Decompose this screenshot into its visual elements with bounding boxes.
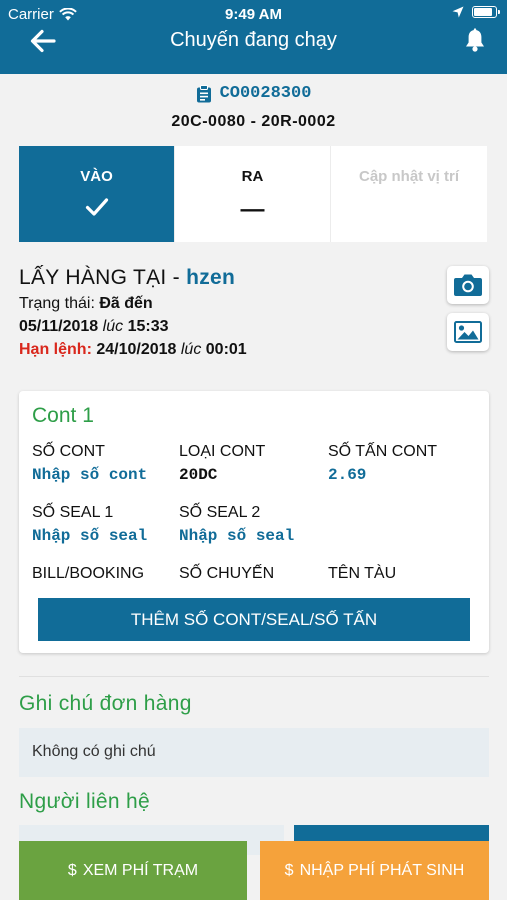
so-tan-value[interactable]: 2.69: [328, 466, 437, 484]
gallery-button[interactable]: [447, 313, 489, 351]
app-header: Carrier 9:49 AM Chuyến đang chạy: [0, 0, 507, 74]
bill-booking-field[interactable]: BILL/BOOKING: [32, 565, 144, 583]
pickup-place[interactable]: hzen: [186, 266, 235, 289]
arrival-datetime: 05/11/2018 lúc 15:33: [19, 318, 439, 336]
status-label: Trạng thái:: [19, 295, 95, 312]
status-value: Đã đến: [99, 295, 153, 312]
so-cont-label: SỐ CONT: [32, 443, 105, 460]
note-title: Ghi chú đơn hàng: [19, 692, 192, 715]
cont-card: Cont 1 SỐ CONT Nhập số cont LOẠI CONT 20…: [19, 391, 489, 653]
checkmark-icon: [85, 198, 108, 216]
add-fee-button[interactable]: $ NHẬP PHÍ PHÁT SINH: [260, 841, 489, 900]
page-title: Chuyến đang chạy: [170, 29, 337, 51]
seal1-field[interactable]: SỐ SEAL 1 Nhập số seal: [32, 504, 147, 545]
tab-ra-label: RA: [241, 168, 264, 185]
order-code: CO0028300: [0, 84, 507, 103]
arrival-at: lúc: [102, 318, 124, 335]
loai-cont-label: LOẠI CONT: [179, 443, 266, 460]
vehicle-plates: 20C-0080 - 20R-0002: [171, 113, 336, 130]
view-fee-label: XEM PHÍ TRẠM: [82, 861, 199, 879]
location-arrow-icon: [452, 6, 464, 18]
add-cont-seal-button[interactable]: THÊM SỐ CONT/SEAL/SỐ TẤN: [38, 598, 470, 641]
pickup-status: Trạng thái: Đã đến: [19, 295, 439, 313]
camera-button[interactable]: [447, 266, 489, 304]
so-tan-label: SỐ TẤN CONT: [328, 443, 438, 460]
view-fee-button[interactable]: $ XEM PHÍ TRẠM: [19, 841, 247, 900]
seal2-label: SỐ SEAL 2: [179, 504, 261, 521]
dollar-icon: $: [67, 861, 77, 879]
pickup-info: LẤY HÀNG TẠI - hzen Trạng thái: Đã đến 0…: [19, 266, 439, 359]
so-cont-input[interactable]: Nhập số cont: [32, 466, 147, 484]
arrival-time: 15:33: [127, 318, 169, 335]
deadline-label: Hạn lệnh:: [19, 341, 92, 358]
seal2-input[interactable]: Nhập số seal: [179, 527, 294, 545]
seal2-field[interactable]: SỐ SEAL 2 Nhập số seal: [179, 504, 294, 545]
note-box: Không có ghi chú: [19, 728, 489, 777]
status-time: 9:49 AM: [225, 6, 282, 23]
deadline-time: 00:01: [205, 341, 247, 358]
status-bar: Carrier 9:49 AM: [0, 5, 507, 23]
tab-update-location-label: Cập nhật vị trí: [358, 168, 459, 185]
section-divider: [19, 676, 489, 677]
loai-cont-field: LOẠI CONT 20DC: [179, 443, 265, 484]
battery-icon: [472, 6, 500, 18]
image-icon: [454, 321, 482, 343]
tab-update-location[interactable]: Cập nhật vị trí: [331, 146, 487, 242]
dollar-icon: $: [284, 861, 294, 879]
tab-vao[interactable]: VÀO: [19, 146, 175, 242]
dash-icon: —: [240, 196, 265, 223]
deadline-date: 24/10/2018: [96, 341, 177, 358]
add-fee-label: NHẬP PHÍ PHÁT SINH: [299, 861, 465, 879]
order-code-text[interactable]: CO0028300: [220, 84, 312, 103]
cont-title: Cont 1: [32, 404, 94, 427]
so-cont-field[interactable]: SỐ CONT Nhập số cont: [32, 443, 147, 484]
seal1-label: SỐ SEAL 1: [32, 504, 114, 521]
arrival-date: 05/11/2018: [19, 318, 99, 335]
tab-vao-label: VÀO: [80, 168, 113, 185]
clipboard-icon: [196, 84, 211, 102]
status-right: [452, 6, 500, 18]
seal1-input[interactable]: Nhập số seal: [32, 527, 147, 545]
contact-title: Người liên hệ: [19, 790, 150, 813]
nav-bar: Chuyến đang chạy: [0, 24, 507, 58]
step-tabs: VÀO RA — Cập nhật vị trí: [19, 146, 489, 242]
so-chuyen-label: SỐ CHUYẾN: [179, 565, 275, 582]
bill-booking-label: BILL/BOOKING: [32, 565, 145, 582]
bell-icon[interactable]: [464, 28, 486, 52]
pickup-title-prefix: LẤY HÀNG TẠI -: [19, 266, 187, 289]
camera-icon: [454, 274, 482, 296]
tab-ra[interactable]: RA —: [175, 146, 331, 242]
pickup-title: LẤY HÀNG TẠI - hzen: [19, 266, 439, 290]
deadline: Hạn lệnh: 24/10/2018 lúc 00:01: [19, 341, 439, 359]
so-chuyen-field[interactable]: SỐ CHUYẾN: [179, 565, 274, 583]
loai-cont-value: 20DC: [179, 466, 218, 484]
deadline-at: lúc: [180, 341, 202, 358]
ten-tau-field[interactable]: TÊN TÀU: [328, 565, 396, 583]
so-tan-field[interactable]: SỐ TẤN CONT 2.69: [328, 443, 437, 484]
ten-tau-label: TÊN TÀU: [328, 565, 397, 582]
